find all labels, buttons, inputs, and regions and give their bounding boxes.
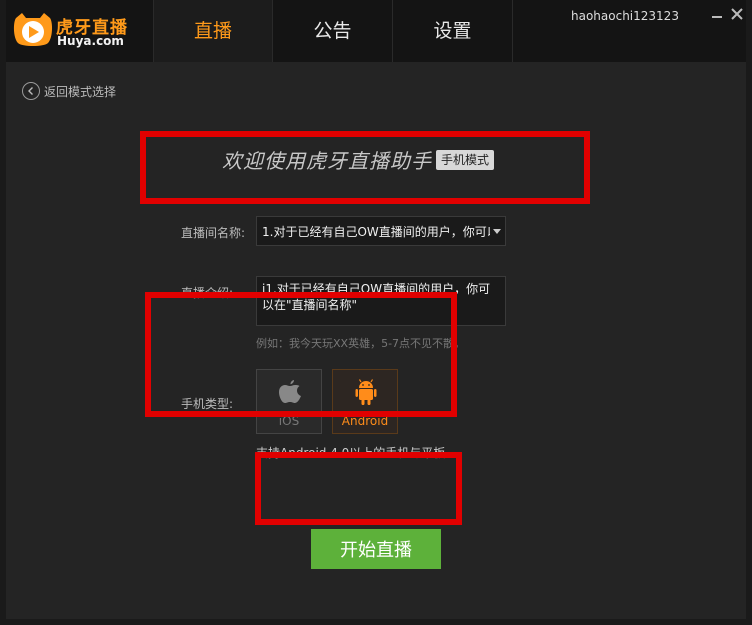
minimize-icon[interactable]	[709, 6, 725, 22]
android-icon	[355, 379, 377, 405]
room-name-value: 1.对于已经有自己OW直播间的用户，你可以	[262, 224, 490, 239]
mode-badge: 手机模式	[436, 149, 495, 170]
example-hint: 例如：我今天玩XX英雄，5-7点不见不散。	[256, 337, 466, 350]
phone-option-ios[interactable]: iOS	[256, 369, 322, 434]
tab-announcement[interactable]: 公告	[273, 0, 393, 62]
back-to-mode-select-link[interactable]: 返回模式选择	[22, 81, 116, 101]
room-name-label: 直播间名称:	[181, 226, 246, 240]
phone-option-ios-label: iOS	[278, 414, 300, 428]
phone-option-android[interactable]: Android	[332, 369, 398, 434]
huya-logo: 虎牙直播 Huya.com	[12, 10, 137, 52]
chevron-down-icon	[493, 229, 501, 234]
intro-label: 直播介绍:	[181, 286, 234, 300]
apple-icon	[279, 380, 301, 403]
welcome-heading: 欢迎使用虎牙直播助手 手机模式	[222, 145, 495, 174]
tab-settings[interactable]: 设置	[393, 0, 513, 62]
phone-type-label: 手机类型:	[181, 397, 234, 411]
start-live-button[interactable]: 开始直播	[311, 529, 441, 569]
welcome-title: 欢迎使用虎牙直播助手	[222, 149, 432, 173]
back-label: 返回模式选择	[44, 84, 117, 99]
tab-live[interactable]: 直播	[153, 0, 273, 62]
huya-logo-icon	[13, 13, 53, 46]
intro-textarea[interactable]: j1.对于已经有自己OW直播间的用户，你可以在"直播间名称"	[256, 276, 506, 326]
support-text: 支持Android 4.0以上的手机与平板	[256, 446, 446, 460]
back-chevron-icon	[22, 82, 40, 100]
close-icon[interactable]	[729, 6, 745, 22]
room-name-select[interactable]: 1.对于已经有自己OW直播间的用户，你可以	[256, 216, 506, 246]
main-panel: 返回模式选择 欢迎使用虎牙直播助手 手机模式 直播间名称: 1.对于已经有自己O…	[6, 62, 746, 619]
username: haohaochi123123	[571, 9, 679, 23]
logo-domain: Huya.com	[57, 34, 124, 48]
title-bar: 虎牙直播 Huya.com 直播 公告 设置 haohaochi123123	[0, 0, 752, 62]
phone-option-android-label: Android	[341, 414, 389, 428]
